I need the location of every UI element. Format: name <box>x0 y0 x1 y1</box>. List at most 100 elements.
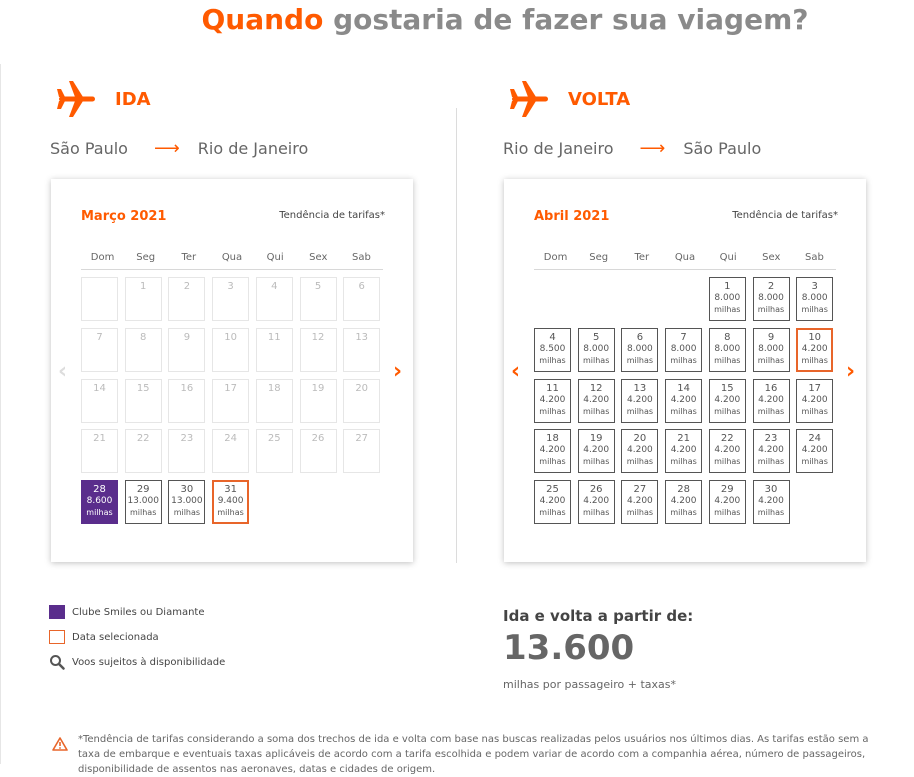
day-number: 12 <box>311 331 325 343</box>
day-number: 18 <box>267 382 281 394</box>
legend-club: Clube Smiles ou Diamante <box>49 605 205 619</box>
return-day-cell[interactable]: 29 4.200 milhas <box>708 480 746 525</box>
outbound-day-cell: 15 <box>124 378 162 423</box>
return-day-cell[interactable]: 26 4.200 milhas <box>577 480 615 525</box>
day-number: 29 <box>136 484 150 496</box>
day-number: 13 <box>355 331 369 343</box>
day-number: 26 <box>589 484 603 496</box>
day-unit: milhas <box>670 355 697 365</box>
weekday: Dom <box>543 252 568 263</box>
day-unit: milhas <box>539 355 566 365</box>
return-trend-label: Tendência de tarifas* <box>732 210 838 221</box>
return-day-cell[interactable]: 15 4.200 milhas <box>708 378 746 423</box>
return-day-cell[interactable]: 7 8.000 milhas <box>665 327 703 372</box>
return-label: VOLTA <box>568 88 631 110</box>
day-number: 9 <box>183 331 191 343</box>
day-price: 4.200 <box>801 394 828 405</box>
return-day-cell[interactable]: 3 8.000 milhas <box>796 277 834 321</box>
return-day-cell[interactable]: 19 4.200 milhas <box>577 429 615 474</box>
outbound-header: IDA <box>55 77 151 121</box>
outbound-day-cell[interactable]: 29 13.000 milhas <box>124 480 162 525</box>
day-unit: milhas <box>714 508 741 518</box>
day-price: 8.000 <box>714 343 741 354</box>
weekday: Qua <box>674 252 696 263</box>
return-day-cell[interactable]: 22 4.200 milhas <box>708 429 746 474</box>
legend-availability: Voos sujeitos à disponibilidade <box>49 654 225 670</box>
return-day-cell[interactable]: 28 4.200 milhas <box>665 480 703 525</box>
return-day-cell[interactable]: 21 4.200 milhas <box>665 429 703 474</box>
return-day-cell[interactable]: 8 8.000 milhas <box>708 327 746 372</box>
day-number: 11 <box>267 331 281 343</box>
day-number: 1 <box>724 281 731 292</box>
magnifier-icon <box>50 655 65 670</box>
day-price: 4.200 <box>539 445 566 456</box>
day-number: 5 <box>314 281 322 292</box>
day-unit: milhas <box>582 457 610 467</box>
return-day-cell[interactable]: 25 4.200 milhas <box>534 480 571 525</box>
outbound-prev-button[interactable]: ‹ <box>58 359 67 384</box>
day-price: 4.200 <box>670 445 697 456</box>
outbound-day-cell[interactable]: 31 9.400 milhas <box>212 480 250 525</box>
return-day-cell[interactable]: 10 4.200 milhas <box>796 327 834 372</box>
day-unit: milhas <box>217 508 244 518</box>
return-day-cell[interactable]: 30 4.200 milhas <box>752 480 790 525</box>
day-price: 4.200 <box>714 394 741 405</box>
return-day-cell[interactable]: 12 4.200 milhas <box>577 378 615 423</box>
return-weekdays: Dom Seg Ter Qua Qui Sex Sab <box>534 252 836 270</box>
outbound-day-cell[interactable]: 30 13.000 milhas <box>168 480 206 525</box>
return-day-cell[interactable]: 13 4.200 milhas <box>621 378 659 423</box>
return-day-cell[interactable]: 4 8.500 milhas <box>534 327 571 372</box>
day-unit: milhas <box>801 406 828 416</box>
day-number: 9 <box>767 331 775 343</box>
outbound-day-cell: 14 <box>81 378 118 423</box>
return-day-cell[interactable]: 14 4.200 milhas <box>665 378 703 423</box>
day-number: 25 <box>546 484 559 496</box>
return-prev-button[interactable]: ‹ <box>511 359 520 384</box>
outbound-day-cell: 23 <box>168 429 206 474</box>
day-unit: milhas <box>582 355 610 365</box>
return-day-cell[interactable]: 23 4.200 milhas <box>752 429 790 474</box>
day-unit: milhas <box>173 508 201 518</box>
return-day-cell[interactable]: 20 4.200 milhas <box>621 429 659 474</box>
outbound-day-cell: 16 <box>168 378 206 423</box>
return-day-cell[interactable]: 17 4.200 milhas <box>796 378 834 423</box>
return-day-cell[interactable]: 27 4.200 milhas <box>621 480 659 525</box>
day-number: 19 <box>589 433 603 445</box>
return-day-cell[interactable]: 1 8.000 milhas <box>708 277 746 321</box>
return-day-cell[interactable]: 16 4.200 milhas <box>752 378 790 423</box>
return-day-cell[interactable]: 5 8.000 milhas <box>577 327 615 372</box>
return-day-cell[interactable]: 6 8.000 milhas <box>621 327 659 372</box>
return-header: VOLTA <box>508 77 630 121</box>
return-day-cell[interactable]: 11 4.200 milhas <box>534 378 571 423</box>
day-unit: milhas <box>129 508 157 518</box>
day-price: 8.000 <box>627 343 653 354</box>
return-next-button[interactable]: › <box>846 359 855 384</box>
outbound-day-cell: 2 <box>168 277 206 321</box>
day-unit: milhas <box>670 457 697 467</box>
outbound-day-cell[interactable]: 28 8.600 milhas <box>81 480 118 525</box>
return-day-cell[interactable]: 9 8.000 milhas <box>752 327 790 372</box>
day-price: 4.200 <box>714 496 741 507</box>
day-number: 13 <box>633 382 647 394</box>
return-day-cell[interactable]: 24 4.200 milhas <box>796 429 834 474</box>
return-day-cell[interactable]: 18 4.200 milhas <box>534 429 571 474</box>
return-day-cell[interactable]: 2 8.000 milhas <box>752 277 790 321</box>
chevron-left-icon: ‹ <box>511 359 521 384</box>
day-unit: milhas <box>539 406 566 416</box>
summary-subtext: milhas por passageiro + taxas* <box>503 678 676 691</box>
warning-icon <box>52 737 68 751</box>
day-number: 3 <box>227 281 234 292</box>
day-number: 20 <box>355 382 369 394</box>
route-arrow-icon: ⟶ <box>153 138 180 159</box>
section-divider <box>456 108 457 563</box>
day-number: 16 <box>180 382 194 394</box>
day-unit: milhas <box>626 406 654 416</box>
day-unit: milhas <box>757 355 785 365</box>
day-price: 8.000 <box>758 293 784 303</box>
weekday: Qui <box>266 252 284 263</box>
page-title-rest: gostaria de fazer sua viagem? <box>333 3 809 36</box>
outbound-next-button[interactable]: › <box>393 359 402 384</box>
return-calendar: Abril 2021 Tendência de tarifas* Dom Seg… <box>504 179 866 562</box>
day-unit: milhas <box>801 355 828 365</box>
outbound-day-cell: 22 <box>124 429 162 474</box>
